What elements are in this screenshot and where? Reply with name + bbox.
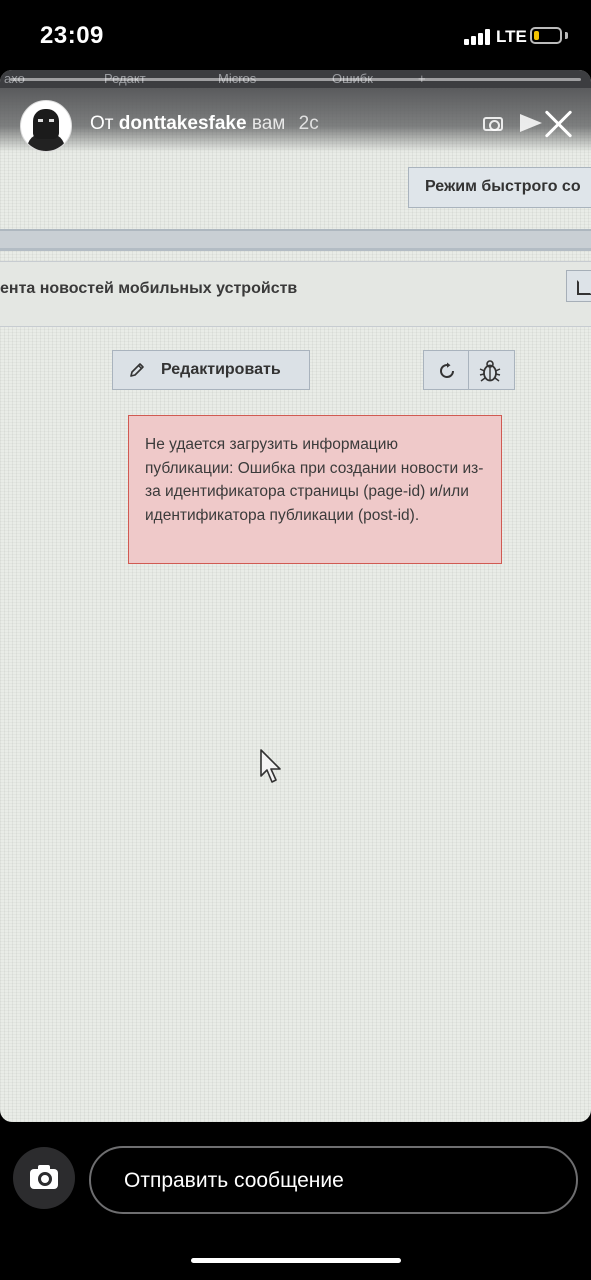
story-photo[interactable]: ахо Редакт Micros Ошибк + <box>0 70 591 1122</box>
network-type: LTE <box>496 27 527 46</box>
pencil-icon <box>130 363 144 377</box>
action-icon-group <box>423 350 515 390</box>
error-message-box: Не удается загрузить информацию публикац… <box>128 415 502 564</box>
message-input[interactable]: Отправить сообщение <box>89 1146 578 1214</box>
message-placeholder: Отправить сообщение <box>124 1169 344 1192</box>
external-link-icon <box>566 270 591 302</box>
edit-button: Редактировать <box>112 350 310 390</box>
camera-button[interactable] <box>13 1147 75 1209</box>
group-divider <box>468 351 469 389</box>
battery-tip <box>565 32 568 39</box>
refresh-icon <box>440 362 455 379</box>
home-indicator[interactable] <box>191 1258 401 1263</box>
avatar-head <box>33 109 59 139</box>
story-time: 2с <box>298 113 319 134</box>
section-title: ента новостей мобильных устройств <box>0 280 298 297</box>
battery-level-fill <box>534 31 539 40</box>
story-progress-bar <box>10 78 581 81</box>
battery-icon <box>530 27 562 44</box>
sender-username[interactable]: donttakesfake <box>119 113 247 134</box>
camera-icon[interactable] <box>483 117 503 131</box>
mouse-cursor-icon <box>260 749 281 783</box>
status-time: 23:09 <box>40 22 104 49</box>
avatar-eye <box>38 119 43 122</box>
bug-icon <box>479 360 501 382</box>
paper-plane-icon[interactable] <box>520 114 542 132</box>
status-bar: 23:09 LTE <box>0 0 591 70</box>
story-sender-line: От donttakesfake вам 2с <box>90 113 319 135</box>
avatar-eye <box>49 119 54 122</box>
camera-lens <box>38 1172 52 1186</box>
edit-button-label: Редактировать <box>161 361 281 378</box>
quick-mode-button: Режим быстрого со <box>408 167 591 208</box>
page-divider-band <box>0 229 591 251</box>
avatar[interactable] <box>20 100 72 152</box>
signal-strength-icon <box>464 29 492 45</box>
close-icon[interactable] <box>543 108 575 140</box>
recipient-label: вам <box>251 113 286 134</box>
from-prefix: От <box>90 113 114 134</box>
